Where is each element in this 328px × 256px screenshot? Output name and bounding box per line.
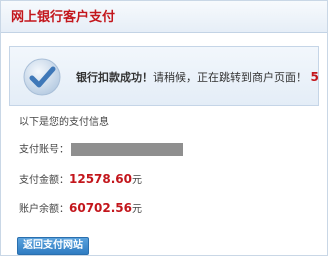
- amount-label: 支付金额：: [19, 175, 69, 186]
- success-notice: 银行扣款成功！请稍候，正在跳转到商户页面！ 5: [9, 46, 319, 106]
- balance-label: 账户余额：: [19, 204, 69, 215]
- amount-unit: 元: [132, 175, 143, 186]
- payment-panel: 网上银行客户支付 银行扣款成功！请稍候，正在跳转到商户页面！ 5 以下是您的支付…: [0, 0, 328, 256]
- success-message: 银行扣款成功！请稍候，正在跳转到商户页面！ 5: [76, 70, 319, 85]
- success-strong-text: 银行扣款成功！: [76, 71, 153, 84]
- redirect-text: 请稍候，正在跳转到商户页面！: [153, 71, 307, 84]
- panel-title: 网上银行客户支付: [11, 10, 116, 25]
- amount-row: 支付金额：12578.60元: [19, 172, 142, 188]
- back-to-merchant-button[interactable]: 返回支付网站: [17, 237, 89, 255]
- check-icon: [23, 58, 61, 96]
- account-row: 支付账号：: [19, 143, 183, 158]
- info-title: 以下是您的支付信息: [19, 117, 109, 128]
- balance-value: 60702.56: [69, 201, 133, 215]
- amount-value: 12578.60: [69, 172, 133, 186]
- balance-unit: 元: [132, 204, 143, 215]
- balance-row: 账户余额：60702.56元: [19, 201, 142, 217]
- account-mask: [71, 143, 183, 156]
- account-label: 支付账号：: [19, 144, 69, 156]
- panel-header: 网上银行客户支付: [1, 1, 327, 33]
- countdown: 5: [310, 70, 319, 84]
